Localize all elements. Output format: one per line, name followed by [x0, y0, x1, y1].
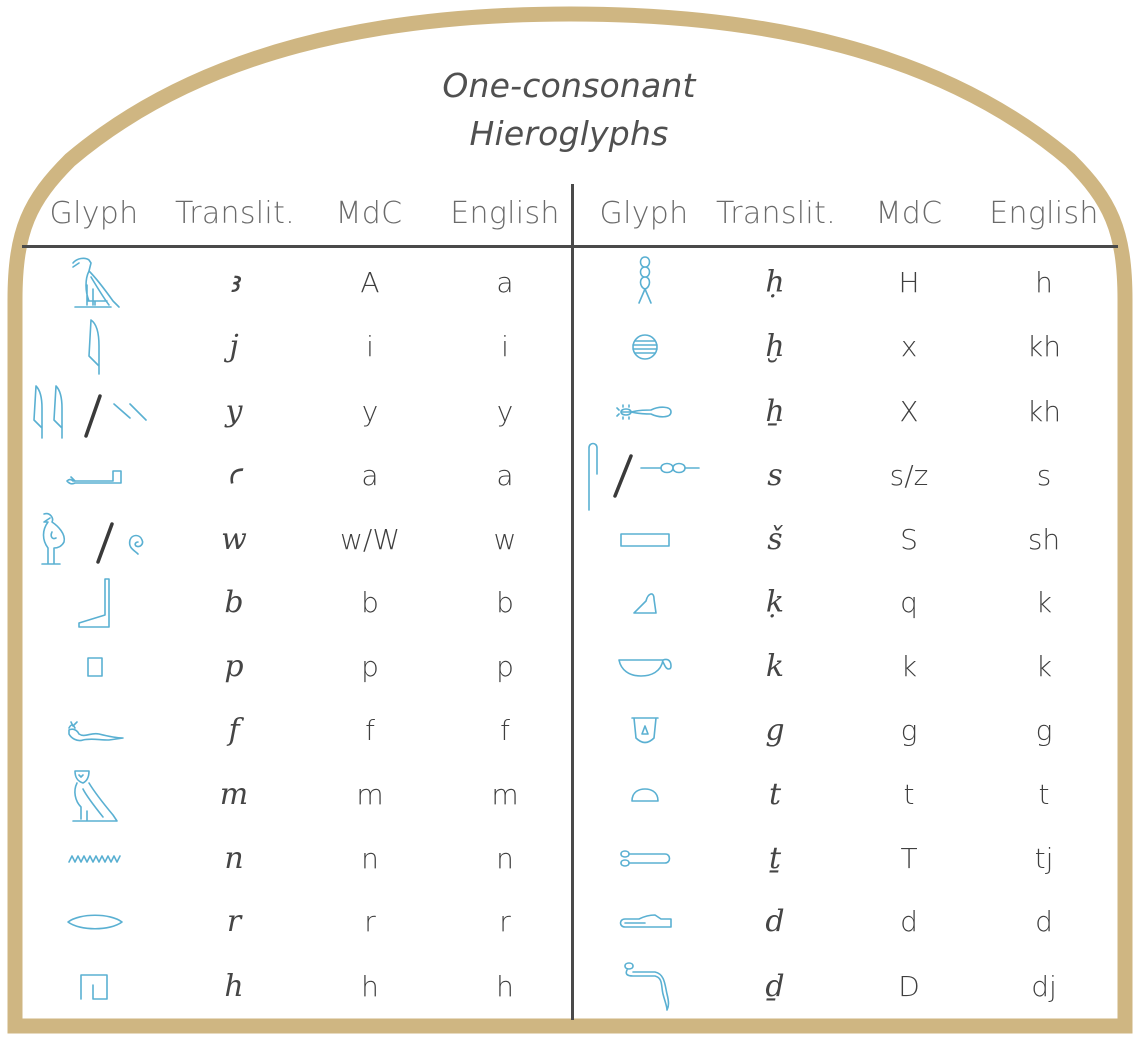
table-row-right: kkk [0, 635, 1138, 699]
table-row-right: š Ssh [0, 508, 1138, 572]
title-line-1: One-consonant [442, 66, 696, 105]
pool-icon [619, 508, 671, 572]
header-mdc-left: MdC [335, 196, 403, 231]
placenta-icon [631, 315, 659, 379]
english-cell: kh [1027, 330, 1061, 363]
header-english-left: English [450, 196, 560, 231]
hand-icon [617, 890, 673, 954]
english-cell: g [1035, 714, 1053, 747]
english-cell: k [1035, 650, 1053, 683]
english-cell: tj [1034, 842, 1054, 875]
header-glyph-right: Glyph [599, 196, 689, 231]
table-row-right: ggg [0, 699, 1138, 763]
english-cell: k [1035, 586, 1053, 619]
table-row-right: s s/z s [0, 442, 1138, 511]
basket-with-handle-icon [617, 635, 673, 699]
english-cell: t [1038, 778, 1050, 811]
mdc-cell: D [898, 970, 920, 1003]
mdc-cell: g [900, 714, 918, 747]
mdc-cell: d [900, 905, 918, 938]
english-cell: dj [1031, 970, 1057, 1003]
translit-cell: ḏ [765, 969, 785, 1004]
translit-cell: ḥ [765, 265, 785, 300]
twisted-wick-icon [635, 251, 655, 315]
cobra-icon [619, 955, 671, 1019]
english-cell: h [1035, 266, 1053, 299]
folded-cloth-or-door-bolt-icon [585, 442, 705, 511]
table-row-right: ddd [0, 890, 1138, 954]
table-row-right: ẖ Xkh [0, 380, 1138, 444]
bread-loaf-icon [630, 763, 660, 827]
header-translit-left: Translit. [175, 196, 295, 231]
english-cell: kh [1027, 395, 1061, 428]
title-line-2: Hieroglyphs [469, 114, 669, 153]
header-translit-right: Translit. [716, 196, 836, 231]
translit-cell: d [765, 904, 785, 939]
translit-cell: ẖ [765, 394, 785, 429]
header-glyph-left: Glyph [49, 196, 139, 231]
header-english-right: English [989, 196, 1099, 231]
mdc-cell: x [900, 330, 918, 363]
translit-cell: k [765, 649, 785, 684]
header-mdc-right: MdC [875, 196, 943, 231]
table-row-right: ṯ Ttj [0, 827, 1138, 891]
translit-cell: g [765, 713, 785, 748]
english-cell: d [1035, 905, 1053, 938]
header-divider [22, 245, 1118, 248]
translit-cell: ḫ [765, 329, 785, 364]
mdc-cell: T [900, 842, 918, 875]
table-row-right: ḥ Hh [0, 251, 1138, 315]
translit-cell: ḳ [765, 585, 785, 620]
translit-cell: š [767, 522, 783, 557]
mdc-cell: H [898, 266, 920, 299]
tethering-rope-icon [619, 827, 671, 891]
animal-belly-icon [616, 380, 673, 444]
mdc-cell: S [900, 523, 918, 556]
english-cell: s [1036, 459, 1052, 492]
translit-cell: t [768, 777, 782, 812]
mdc-cell: q [900, 586, 918, 619]
translit-cell: s [767, 458, 783, 493]
translit-cell: ṯ [768, 841, 782, 876]
table-row-right: ḏ Ddj [0, 955, 1138, 1019]
table-row-right: ḫ x kh [0, 315, 1138, 379]
mdc-cell: X [899, 395, 919, 428]
jar-stand-icon [630, 699, 660, 763]
mdc-cell: s/z [889, 459, 929, 492]
mdc-cell: t [903, 778, 915, 811]
table-row-right: ḳqk [0, 571, 1138, 635]
mdc-cell: k [900, 650, 918, 683]
english-cell: sh [1027, 523, 1061, 556]
hill-slope-icon [632, 571, 658, 635]
table-row-right: ttt [0, 763, 1138, 827]
